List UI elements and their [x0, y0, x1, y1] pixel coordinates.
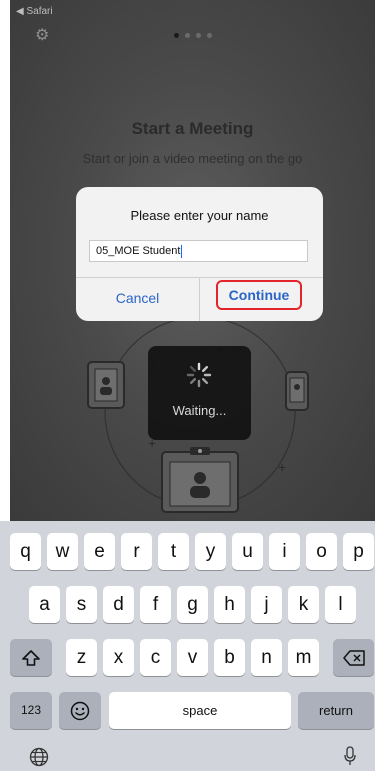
- key-c[interactable]: c: [140, 639, 171, 676]
- keyboard: q w e r t y u i o p a s d f g h j k l z …: [0, 521, 375, 771]
- shift-key[interactable]: [10, 639, 52, 676]
- key-w[interactable]: w: [47, 533, 78, 570]
- spinner-icon: [186, 362, 212, 388]
- key-f[interactable]: f: [140, 586, 171, 623]
- backspace-key[interactable]: [333, 639, 374, 676]
- key-r[interactable]: r: [121, 533, 152, 570]
- key-y[interactable]: y: [195, 533, 226, 570]
- key-o[interactable]: o: [306, 533, 337, 570]
- name-input-value: 05_MOE Student: [96, 245, 181, 257]
- key-z[interactable]: z: [66, 639, 97, 676]
- key-x[interactable]: x: [103, 639, 134, 676]
- key-s[interactable]: s: [66, 586, 97, 623]
- screen: ◀ Safari ⚙ Start a Meeting Start or join…: [0, 0, 375, 771]
- numbers-key[interactable]: 123: [10, 692, 52, 729]
- cancel-button[interactable]: Cancel: [76, 277, 199, 321]
- key-e[interactable]: e: [84, 533, 115, 570]
- key-v[interactable]: v: [177, 639, 208, 676]
- globe-icon[interactable]: [29, 747, 49, 767]
- microphone-icon[interactable]: [344, 746, 356, 766]
- key-b[interactable]: b: [214, 639, 245, 676]
- continue-button[interactable]: Continue: [216, 280, 302, 310]
- gear-icon[interactable]: ⚙: [35, 28, 51, 44]
- divider: [199, 277, 200, 321]
- key-u[interactable]: u: [232, 533, 263, 570]
- waiting-label: Waiting...: [172, 403, 227, 418]
- waiting-overlay: Waiting...: [148, 346, 251, 440]
- key-i[interactable]: i: [269, 533, 300, 570]
- backspace-icon: [342, 650, 365, 666]
- name-input[interactable]: 05_MOE Student: [89, 240, 308, 262]
- key-d[interactable]: d: [103, 586, 134, 623]
- key-m[interactable]: m: [288, 639, 319, 676]
- onboarding-subtitle: Start or join a video meeting on the go: [82, 151, 303, 166]
- page-dot: [196, 33, 201, 38]
- key-p[interactable]: p: [343, 533, 374, 570]
- svg-text:+: +: [278, 459, 286, 475]
- onboarding-title: Start a Meeting: [131, 119, 254, 138]
- key-n[interactable]: n: [251, 639, 282, 676]
- key-h[interactable]: h: [214, 586, 245, 623]
- page-dot: [185, 33, 190, 38]
- text-caret: [181, 245, 183, 258]
- key-l[interactable]: l: [325, 586, 356, 623]
- dialog-title: Please enter your name: [130, 208, 269, 223]
- back-to-safari[interactable]: ◀ Safari: [16, 6, 53, 17]
- key-j[interactable]: j: [251, 586, 282, 623]
- key-k[interactable]: k: [288, 586, 319, 623]
- page-dot: [207, 33, 212, 38]
- key-q[interactable]: q: [10, 533, 41, 570]
- enter-name-dialog: Please enter your name 05_MOE Student Ca…: [76, 187, 323, 321]
- key-a[interactable]: a: [29, 586, 60, 623]
- page-indicator: [174, 33, 212, 38]
- key-t[interactable]: t: [158, 533, 189, 570]
- return-key[interactable]: return: [298, 692, 374, 729]
- emoji-icon: [70, 701, 90, 721]
- shift-arrow-icon: [22, 650, 40, 666]
- key-g[interactable]: g: [177, 586, 208, 623]
- space-key[interactable]: space: [109, 692, 291, 729]
- page-dot-active: [174, 33, 179, 38]
- emoji-key[interactable]: [59, 692, 101, 729]
